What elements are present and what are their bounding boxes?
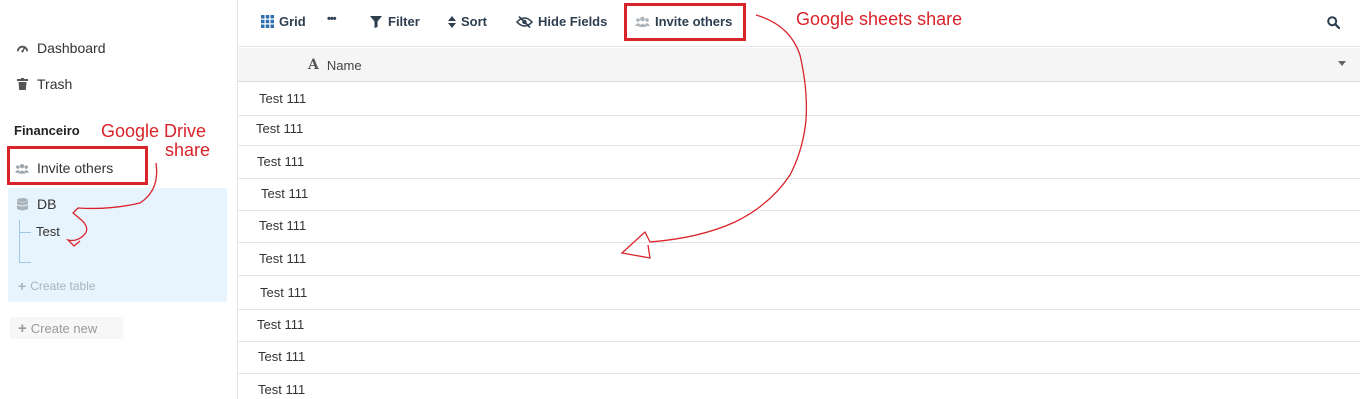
eye-slash-icon — [516, 15, 533, 29]
table-cell[interactable]: Test 111 — [257, 154, 304, 169]
table-cell[interactable]: Test 111 — [259, 218, 306, 233]
sidebar-item-label: Trash — [37, 76, 73, 92]
table-row[interactable]: Test 111 — [238, 113, 1360, 146]
sidebar-item-db[interactable]: DB — [15, 196, 56, 212]
sidebar-item-trash[interactable]: Trash — [15, 76, 72, 92]
annotation-box-drive — [7, 146, 148, 185]
plus-icon: + — [18, 278, 27, 294]
trash-icon — [15, 77, 29, 91]
filter-label: Filter — [388, 14, 420, 29]
create-table-button[interactable]: + Create table — [18, 278, 96, 294]
sidebar-item-dashboard[interactable]: Dashboard — [15, 40, 106, 56]
sort-button[interactable]: Sort — [447, 14, 487, 29]
table-cell[interactable]: Test 111 — [258, 349, 305, 364]
table-cell[interactable]: Test 111 — [259, 91, 306, 106]
column-header-name[interactable]: A Name — [308, 57, 362, 73]
table-cell[interactable]: Test 111 — [257, 317, 304, 332]
annotation-text-sheets: Google sheets share — [796, 9, 963, 29]
filter-icon — [369, 15, 383, 29]
hide-fields-label: Hide Fields — [538, 14, 608, 29]
sidebar-item-label: Dashboard — [37, 40, 106, 56]
table-cell[interactable]: Test 111 — [258, 382, 305, 397]
plus-icon: + — [18, 319, 27, 337]
tree-connector — [19, 220, 20, 262]
search-icon — [1326, 15, 1340, 29]
grid-view-button[interactable]: Grid — [260, 14, 306, 29]
column-dropdown-icon[interactable] — [1338, 61, 1346, 66]
create-new-label: Create new — [30, 320, 98, 336]
hide-fields-button[interactable]: Hide Fields — [516, 14, 607, 29]
sidebar: Dashboard Trash Financeiro Invite others… — [0, 0, 237, 399]
table-row[interactable]: Test 111 — [238, 146, 1360, 179]
search-button[interactable] — [1326, 15, 1340, 29]
column-header-label: Name — [326, 57, 362, 73]
text-field-icon: A — [308, 57, 319, 73]
grid-label: Grid — [279, 14, 306, 29]
table-row[interactable]: Test 111 — [238, 374, 1360, 399]
dashboard-icon — [15, 41, 29, 55]
table-cell[interactable]: Test 111 — [260, 285, 307, 300]
database-icon — [15, 197, 29, 211]
tree-connector — [19, 262, 31, 263]
annotation-box-sheets — [624, 3, 746, 41]
table-row[interactable]: Test 111 — [238, 341, 1360, 374]
table-row[interactable]: Test 111 — [238, 277, 1360, 310]
annotation-text-drive-share: share — [165, 140, 211, 160]
sidebar-item-label: Test — [36, 224, 60, 239]
create-new-button[interactable]: + Create new — [10, 317, 123, 339]
tree-connector — [19, 232, 31, 233]
table-row[interactable]: Test 111 — [238, 178, 1360, 211]
table-cell[interactable]: Test 111 — [256, 121, 303, 136]
more-options-button[interactable]: ••• — [327, 13, 337, 25]
grid-icon — [260, 15, 274, 29]
table-row[interactable]: Test 111 — [238, 210, 1360, 243]
sidebar-item-label: DB — [37, 196, 57, 212]
filter-button[interactable]: Filter — [369, 14, 420, 29]
table-cell[interactable]: Test 111 — [259, 251, 306, 266]
more-icon: ••• — [327, 13, 337, 25]
table-header: A Name — [238, 48, 1360, 82]
create-table-label: Create table — [30, 279, 96, 293]
table-cell[interactable]: Test 111 — [261, 186, 308, 201]
table-row[interactable]: Test 111 — [238, 243, 1360, 276]
sort-label: Sort — [461, 14, 487, 29]
annotation-text-drive: Google Drive — [101, 121, 207, 141]
sidebar-section-title: Financeiro — [14, 123, 80, 138]
sidebar-item-table-test[interactable]: Test — [36, 224, 60, 239]
table-row[interactable]: Test 111 — [238, 309, 1360, 342]
sort-icon — [447, 15, 456, 29]
table-row[interactable]: Test 111 — [238, 83, 1360, 116]
